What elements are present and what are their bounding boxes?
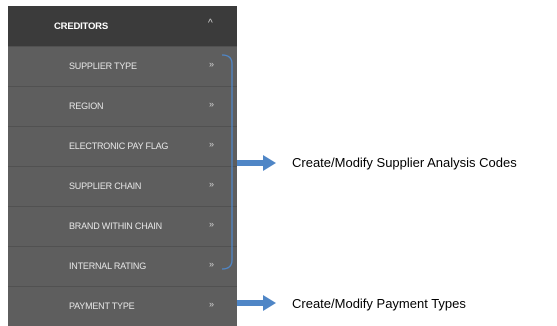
bracket-icon (221, 54, 233, 270)
callout-payment-types: Create/Modify Payment Types (292, 296, 466, 311)
arrow-right-icon (237, 155, 276, 171)
callout-analysis-codes: Create/Modify Supplier Analysis Codes (292, 155, 517, 170)
arrow-right-icon (237, 295, 276, 311)
